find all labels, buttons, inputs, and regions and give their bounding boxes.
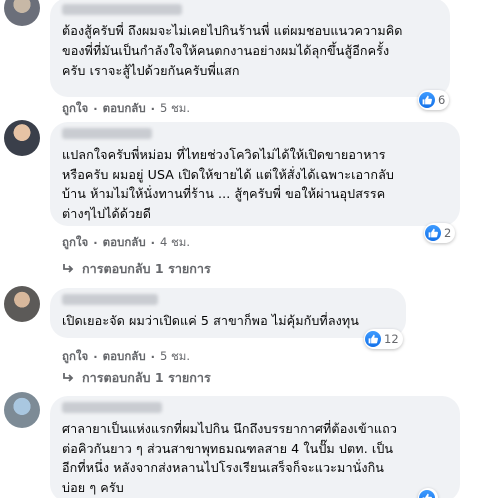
comment-text: ต้องสู้ครับพี่ ถึงผมจะไม่เคยไปกินร้านพี่… bbox=[62, 23, 403, 78]
view-replies-link[interactable]: การตอบกลับ 1 รายการ bbox=[62, 259, 211, 279]
separator-dot: · bbox=[93, 102, 98, 116]
comment-bubble: แปลกใจครับพี่หม่อม ที่ไทยช่วงโควิดไม่ได้… bbox=[50, 122, 460, 226]
reaction-count-badge[interactable]: 12 bbox=[364, 329, 403, 349]
like-link[interactable]: ถูกใจ bbox=[62, 234, 88, 252]
separator-dot: · bbox=[150, 102, 156, 116]
avatar[interactable] bbox=[4, 120, 40, 156]
separator-dot: · bbox=[150, 236, 156, 250]
comment-actions: ถูกใจ · ตอบกลับ · 5 ชม. bbox=[62, 100, 190, 118]
reply-link[interactable]: ตอบกลับ bbox=[103, 100, 146, 118]
avatar[interactable] bbox=[4, 0, 40, 26]
reaction-count-badge[interactable]: 6 bbox=[418, 90, 450, 110]
comment-bubble: ต้องสู้ครับพี่ ถึงผมจะไม่เคยไปกินร้านพี่… bbox=[50, 0, 450, 97]
author-name-redacted[interactable] bbox=[62, 4, 182, 15]
author-name-redacted[interactable] bbox=[62, 402, 162, 413]
reply-link[interactable]: ตอบกลับ bbox=[103, 234, 146, 252]
reply-link[interactable]: ตอบกลับ bbox=[103, 348, 146, 366]
separator-dot: · bbox=[93, 350, 98, 364]
comment-text: แปลกใจครับพี่หม่อม ที่ไทยช่วงโควิดไม่ได้… bbox=[62, 147, 395, 221]
timestamp[interactable]: 5 ชม. bbox=[160, 100, 190, 118]
timestamp[interactable]: 5 ชม. bbox=[160, 348, 190, 366]
replies-label[interactable]: การตอบกลับ 1 รายการ bbox=[82, 368, 211, 388]
avatar[interactable] bbox=[4, 392, 40, 428]
thumbs-up-icon bbox=[419, 490, 435, 498]
thumbs-up-icon bbox=[365, 331, 381, 347]
reaction-count: 6 bbox=[438, 93, 446, 107]
reaction-count: 2 bbox=[444, 226, 452, 240]
comment-text: ศาลายาเป็นแห่งแรกที่ผมไปกิน นึกถึงบรรยาก… bbox=[62, 421, 397, 495]
replies-label[interactable]: การตอบกลับ 1 รายการ bbox=[82, 259, 211, 279]
reply-arrow-icon bbox=[63, 264, 74, 273]
timestamp[interactable]: 4 ชม. bbox=[160, 234, 190, 252]
thumbs-up-icon bbox=[425, 225, 441, 241]
separator-dot: · bbox=[93, 236, 98, 250]
author-name-redacted[interactable] bbox=[62, 128, 152, 139]
author-name-redacted[interactable] bbox=[62, 294, 158, 305]
comment-bubble: เปิดเยอะจัด ผมว่าเปิดแค่ 5 สาขาก็พอ ไม่ค… bbox=[50, 288, 406, 338]
view-replies-link[interactable]: การตอบกลับ 1 รายการ bbox=[62, 368, 211, 388]
comment-bubble: ศาลายาเป็นแห่งแรกที่ผมไปกิน นึกถึงบรรยาก… bbox=[50, 396, 460, 498]
comment-actions: ถูกใจ · ตอบกลับ · 5 ชม. bbox=[62, 348, 190, 366]
reply-arrow-icon bbox=[63, 373, 74, 382]
like-link[interactable]: ถูกใจ bbox=[62, 100, 88, 118]
reaction-count: 12 bbox=[384, 332, 399, 346]
avatar[interactable] bbox=[4, 286, 40, 322]
comment-actions: ถูกใจ · ตอบกลับ · 4 ชม. bbox=[62, 234, 190, 252]
reaction-count-badge[interactable]: 2 bbox=[424, 223, 456, 243]
thumbs-up-icon bbox=[419, 92, 435, 108]
separator-dot: · bbox=[150, 350, 156, 364]
comment-text: เปิดเยอะจัด ผมว่าเปิดแค่ 5 สาขาก็พอ ไม่ค… bbox=[62, 313, 360, 328]
like-link[interactable]: ถูกใจ bbox=[62, 348, 88, 366]
